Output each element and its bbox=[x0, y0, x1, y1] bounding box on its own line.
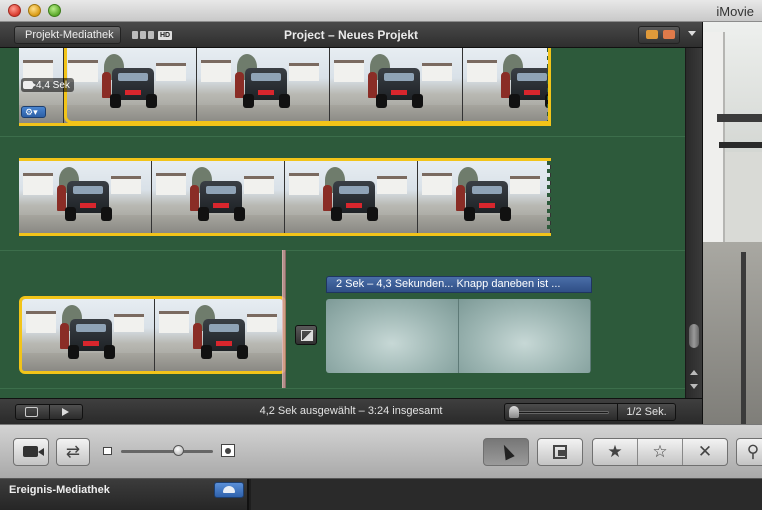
scroll-down-arrow[interactable] bbox=[690, 384, 698, 389]
event-library-header: Ereignis-Mediathek bbox=[0, 479, 249, 510]
clip-action-button[interactable]: ⚙▾ bbox=[21, 106, 46, 118]
mark-favorite-button[interactable]: ★ bbox=[593, 439, 638, 465]
clip-frame bbox=[152, 161, 285, 233]
minimize-button[interactable] bbox=[28, 4, 41, 17]
import-camera-button[interactable] bbox=[13, 438, 49, 466]
star-outline-icon: ☆ bbox=[652, 442, 668, 461]
zoom-label: 1/2 Sek. bbox=[617, 404, 675, 420]
eject-icon[interactable] bbox=[214, 482, 244, 498]
keyword-button[interactable]: ⚲ bbox=[736, 438, 762, 466]
project-title: Project – Neues Projekt bbox=[283, 28, 419, 42]
selection-highlight bbox=[64, 48, 551, 124]
zoom-slider-thumb[interactable] bbox=[509, 406, 519, 418]
title-frame bbox=[458, 299, 591, 373]
clip-frame bbox=[155, 299, 283, 371]
video-clip-selected[interactable] bbox=[19, 296, 286, 374]
event-browser bbox=[251, 479, 762, 510]
chevron-down-icon[interactable] bbox=[688, 31, 696, 36]
app-title: iMovie bbox=[716, 4, 754, 19]
close-button[interactable] bbox=[8, 4, 21, 17]
scroll-up-arrow[interactable] bbox=[690, 370, 698, 375]
select-tool-button[interactable] bbox=[483, 438, 529, 466]
project-storyboard[interactable]: 4,4 Sek ⚙▾ 2 Sek – 4,3 Sekunden... Knapp… bbox=[0, 48, 685, 398]
title-banner[interactable]: 2 Sek – 4,3 Sekunden... Knapp daneben is… bbox=[326, 276, 592, 293]
swap-events-projects-button[interactable]: ⇄ bbox=[56, 438, 90, 466]
gear-icon: ⚙▾ bbox=[25, 107, 38, 117]
comment-bubble-icon[interactable] bbox=[646, 30, 658, 39]
unmark-button[interactable]: ☆ bbox=[638, 439, 683, 465]
viewer bbox=[702, 22, 762, 424]
playhead[interactable] bbox=[282, 250, 286, 388]
crop-button[interactable] bbox=[537, 438, 583, 466]
video-clip[interactable] bbox=[19, 158, 551, 236]
vertical-scrollbar[interactable] bbox=[685, 48, 702, 398]
video-camera-icon bbox=[23, 446, 44, 457]
rating-buttons: ★ ☆ ✕ bbox=[592, 438, 728, 466]
clip-frame bbox=[22, 299, 155, 371]
arrow-cursor-icon bbox=[499, 442, 515, 461]
video-camera-icon bbox=[23, 81, 36, 89]
zoom-button[interactable] bbox=[48, 4, 61, 17]
large-thumbnail-icon bbox=[221, 444, 235, 457]
swap-icon: ⇄ bbox=[65, 442, 81, 461]
clip-frame bbox=[19, 161, 152, 233]
window-titlebar: iMovie bbox=[0, 0, 762, 22]
comment-buttons[interactable] bbox=[638, 26, 680, 44]
close-icon: ✕ bbox=[697, 442, 713, 461]
search-icon: ⚲ bbox=[746, 442, 760, 461]
small-thumbnail-icon bbox=[103, 447, 112, 455]
clip-zoom-control: 1/2 Sek. bbox=[504, 403, 676, 421]
reject-button[interactable]: ✕ bbox=[683, 439, 727, 465]
scroll-thumb[interactable] bbox=[689, 324, 699, 348]
transition-icon[interactable] bbox=[295, 325, 317, 345]
clip-duration: 4,4 Sek bbox=[36, 79, 70, 91]
thumbnail-size-slider[interactable] bbox=[103, 441, 243, 463]
project-status-bar: 4,2 Sek ausgewählt – 3:24 insgesamt 1/2 … bbox=[0, 398, 702, 424]
zoom-slider[interactable] bbox=[513, 411, 609, 414]
crop-icon bbox=[553, 445, 567, 459]
clip-frame bbox=[418, 161, 551, 233]
imovie-window: iMovie Projekt-Mediathek HD Project – Ne… bbox=[0, 0, 762, 510]
chapter-marker-icon[interactable] bbox=[663, 30, 675, 39]
event-library-label: Ereignis-Mediathek bbox=[9, 484, 110, 496]
main-toolbar: ⇄ ★ ☆ ✕ ⚲ bbox=[0, 424, 762, 479]
clip-duration-badge: 4,4 Sek bbox=[21, 78, 74, 92]
title-frame bbox=[326, 299, 459, 373]
slider-knob[interactable] bbox=[173, 445, 184, 456]
clip-frame bbox=[285, 161, 418, 233]
title-clip[interactable] bbox=[326, 299, 591, 373]
project-header: Projekt-Mediathek HD Project – Neues Pro… bbox=[0, 22, 702, 48]
slider-track[interactable] bbox=[121, 450, 213, 453]
star-filled-icon: ★ bbox=[607, 442, 623, 461]
